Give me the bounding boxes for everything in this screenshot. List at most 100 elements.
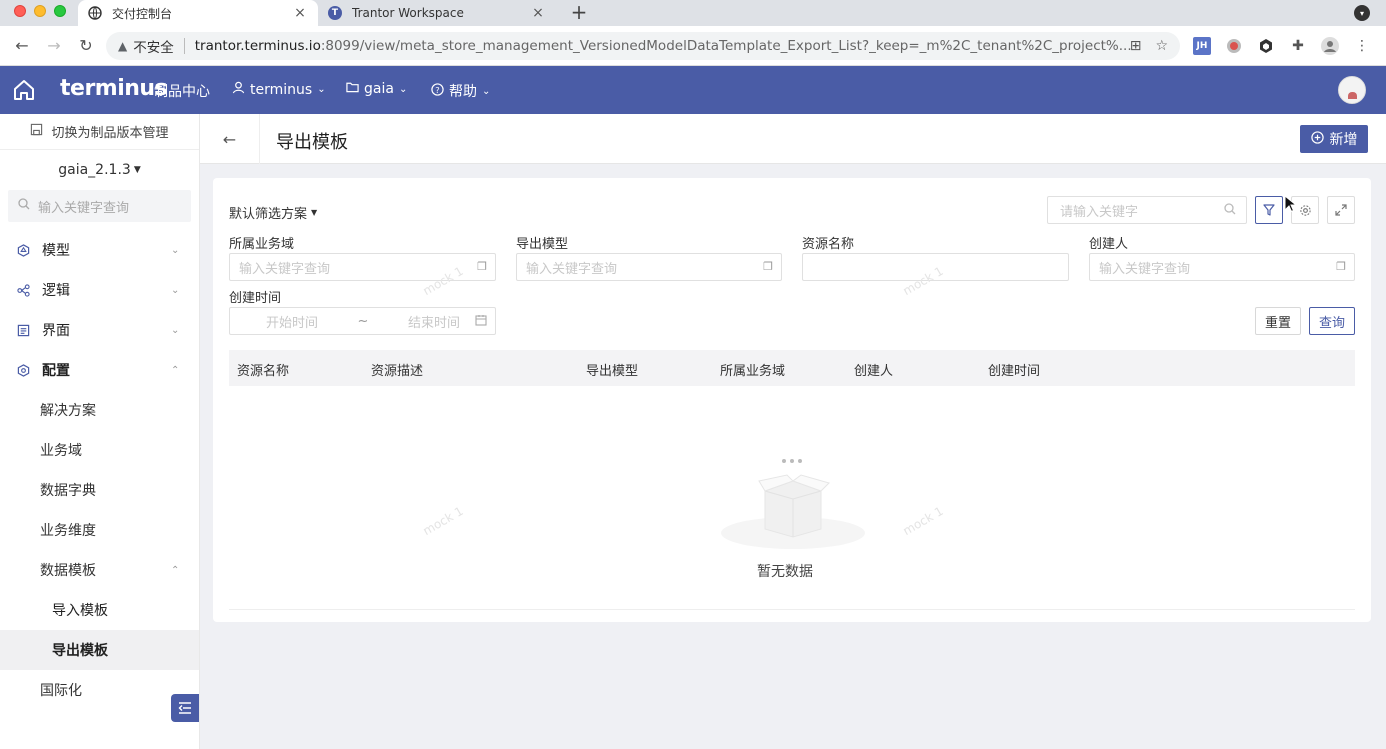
- back-arrow-icon[interactable]: ←: [200, 114, 260, 164]
- sidebar-search-input[interactable]: 输入关键字查询: [8, 190, 191, 222]
- tab-close-icon[interactable]: ×: [292, 5, 308, 21]
- browser-tab-active[interactable]: 交付控制台 ×: [78, 0, 318, 26]
- version-selector[interactable]: gaia_2.1.3 ▼: [0, 150, 199, 190]
- sidebar-item-business-dimension[interactable]: 业务维度: [0, 510, 199, 550]
- help-menu[interactable]: ? 帮助 ⌄: [431, 81, 490, 101]
- table-divider: [229, 609, 1355, 610]
- filter-icon[interactable]: [1255, 196, 1283, 224]
- sidebar-item-solution[interactable]: 解决方案: [0, 390, 199, 430]
- search-icon: [1224, 203, 1236, 218]
- created-time-range-picker[interactable]: 开始时间 ~ 结束时间: [229, 307, 496, 335]
- sidebar-item-export-template[interactable]: 导出模板: [0, 630, 199, 670]
- sidebar-item-ui[interactable]: 界面 ⌄: [0, 310, 199, 350]
- end-time-placeholder: 结束时间: [407, 315, 460, 331]
- sidebar-item-data-template[interactable]: 数据模板 ⌃: [0, 550, 199, 590]
- browser-menu-icon[interactable]: ⋮: [1353, 37, 1371, 55]
- switch-version-label: 切换为制品版本管理: [51, 126, 169, 141]
- switch-version-button[interactable]: 切换为制品版本管理: [0, 114, 199, 150]
- url-input[interactable]: ▲ 不安全 trantor.terminus.io :8099/view/met…: [106, 32, 1180, 60]
- sidebar-item-import-template[interactable]: 导入模板: [0, 590, 199, 630]
- query-button[interactable]: 查询: [1309, 307, 1355, 335]
- maximize-window-button[interactable]: [54, 5, 66, 17]
- reload-icon[interactable]: ↻: [76, 36, 96, 55]
- chevron-down-icon: ⌄: [171, 284, 180, 296]
- profile-icon[interactable]: [1321, 37, 1339, 55]
- home-icon[interactable]: [12, 78, 36, 102]
- list-card: 默认筛选方案 ▼ 请输入关键字 所属业务域 输入关键字查询 ❐ 导出模型 输入关…: [213, 178, 1371, 622]
- sidebar-item-logic[interactable]: 逻辑 ⌄: [0, 270, 199, 310]
- back-arrow-icon[interactable]: ←: [12, 36, 32, 55]
- business-domain-input[interactable]: 输入关键字查询 ❐: [229, 253, 496, 281]
- config-icon: [16, 363, 30, 377]
- sidebar-item-business-domain[interactable]: 业务域: [0, 430, 199, 470]
- warning-icon: ▲: [118, 39, 128, 53]
- browser-tab-bar: 交付控制台 × T Trantor Workspace × + ▾: [0, 0, 1386, 26]
- sidebar-item-label: 逻辑: [42, 283, 70, 299]
- browser-tab[interactable]: T Trantor Workspace ×: [318, 0, 556, 26]
- bookmark-star-icon[interactable]: ☆: [1155, 38, 1168, 54]
- chevron-up-icon: ⌃: [171, 364, 180, 376]
- filter-scheme-dropdown[interactable]: 默认筛选方案 ▼: [229, 203, 317, 222]
- sidebar-item-data-dictionary[interactable]: 数据字典: [0, 470, 199, 510]
- sidebar-item-config[interactable]: 配置 ⌃: [0, 350, 199, 390]
- extension-jh-icon[interactable]: JH: [1193, 37, 1211, 55]
- sidebar-item-label: 业务域: [40, 443, 82, 459]
- terminus-logo[interactable]: terminus: [60, 76, 168, 101]
- fullscreen-icon[interactable]: [1327, 196, 1355, 224]
- sidebar-item-label: 国际化: [40, 683, 82, 699]
- collapse-sidebar-icon[interactable]: [171, 694, 199, 722]
- add-button-label: 新增: [1329, 132, 1358, 148]
- table-header: 资源名称 资源描述 导出模型 所属业务域 创建人 创建时间: [229, 350, 1355, 386]
- business-domain-label: 所属业务域: [229, 237, 295, 252]
- empty-text: 暂无数据: [757, 564, 813, 580]
- caret-down-icon: ▼: [133, 165, 141, 175]
- column-header: 导出模型: [586, 364, 639, 379]
- minimize-window-button[interactable]: [34, 5, 46, 17]
- keyword-search-placeholder: 请输入关键字: [1060, 204, 1139, 220]
- forward-arrow-icon[interactable]: →: [44, 36, 64, 55]
- start-time-placeholder: 开始时间: [266, 315, 319, 331]
- chevron-down-icon: ⌄: [317, 84, 326, 95]
- copy-icon: ❐: [1336, 260, 1346, 273]
- trantor-favicon-icon: T: [328, 6, 342, 20]
- chevron-up-icon: ⌃: [171, 564, 180, 576]
- sidebar-item-label: 导出模板: [52, 643, 108, 659]
- keyword-search-input[interactable]: 请输入关键字: [1047, 196, 1247, 224]
- add-button[interactable]: 新增: [1300, 125, 1368, 153]
- app-header: terminus 制品中心 terminus ⌄ gaia ⌄ ? 帮助 ⌄: [0, 66, 1386, 114]
- user-menu-label: terminus: [250, 81, 313, 98]
- new-tab-button[interactable]: +: [568, 2, 590, 22]
- column-header: 资源名称: [237, 364, 290, 379]
- plus-circle-icon: [1310, 130, 1324, 148]
- column-header: 创建时间: [988, 364, 1041, 379]
- tab-close-icon[interactable]: ×: [530, 5, 546, 21]
- sidebar-item-model[interactable]: 模型 ⌄: [0, 230, 199, 270]
- user-menu[interactable]: terminus ⌄: [232, 81, 326, 98]
- sidebar-item-label: 数据模板: [40, 563, 96, 579]
- extensions-puzzle-icon[interactable]: ✚: [1289, 37, 1307, 55]
- extension-cube-icon[interactable]: [1257, 37, 1275, 55]
- extension-record-icon[interactable]: [1225, 37, 1243, 55]
- chevron-down-icon: ⌄: [171, 324, 180, 336]
- avatar[interactable]: [1338, 76, 1366, 104]
- chevron-down-icon: ⌄: [171, 244, 180, 256]
- address-bar: ← → ↻ ▲ 不安全 trantor.terminus.io :8099/vi…: [0, 26, 1386, 66]
- product-center-label[interactable]: 制品中心: [154, 81, 210, 101]
- resource-name-input[interactable]: [802, 253, 1069, 281]
- caret-down-icon: ▼: [311, 208, 318, 217]
- column-header: 创建人: [854, 364, 894, 379]
- sidebar-item-i18n[interactable]: 国际化: [0, 670, 199, 710]
- page-title: 导出模板: [276, 132, 348, 153]
- export-model-input[interactable]: 输入关键字查询 ❐: [516, 253, 782, 281]
- project-menu[interactable]: gaia ⌄: [346, 81, 407, 97]
- tab-title: Trantor Workspace: [352, 6, 464, 20]
- close-window-button[interactable]: [14, 5, 26, 17]
- url-path: :8099/view/meta_store_management_Version…: [320, 38, 1132, 54]
- insecure-label: 不安全: [133, 40, 174, 56]
- tab-search-icon[interactable]: ▾: [1354, 5, 1370, 21]
- column-header: 资源描述: [371, 364, 424, 379]
- creator-input[interactable]: 输入关键字查询 ❐: [1089, 253, 1355, 281]
- translate-icon[interactable]: ⊞: [1130, 38, 1142, 54]
- url-divider: [183, 38, 185, 54]
- reset-button[interactable]: 重置: [1255, 307, 1301, 335]
